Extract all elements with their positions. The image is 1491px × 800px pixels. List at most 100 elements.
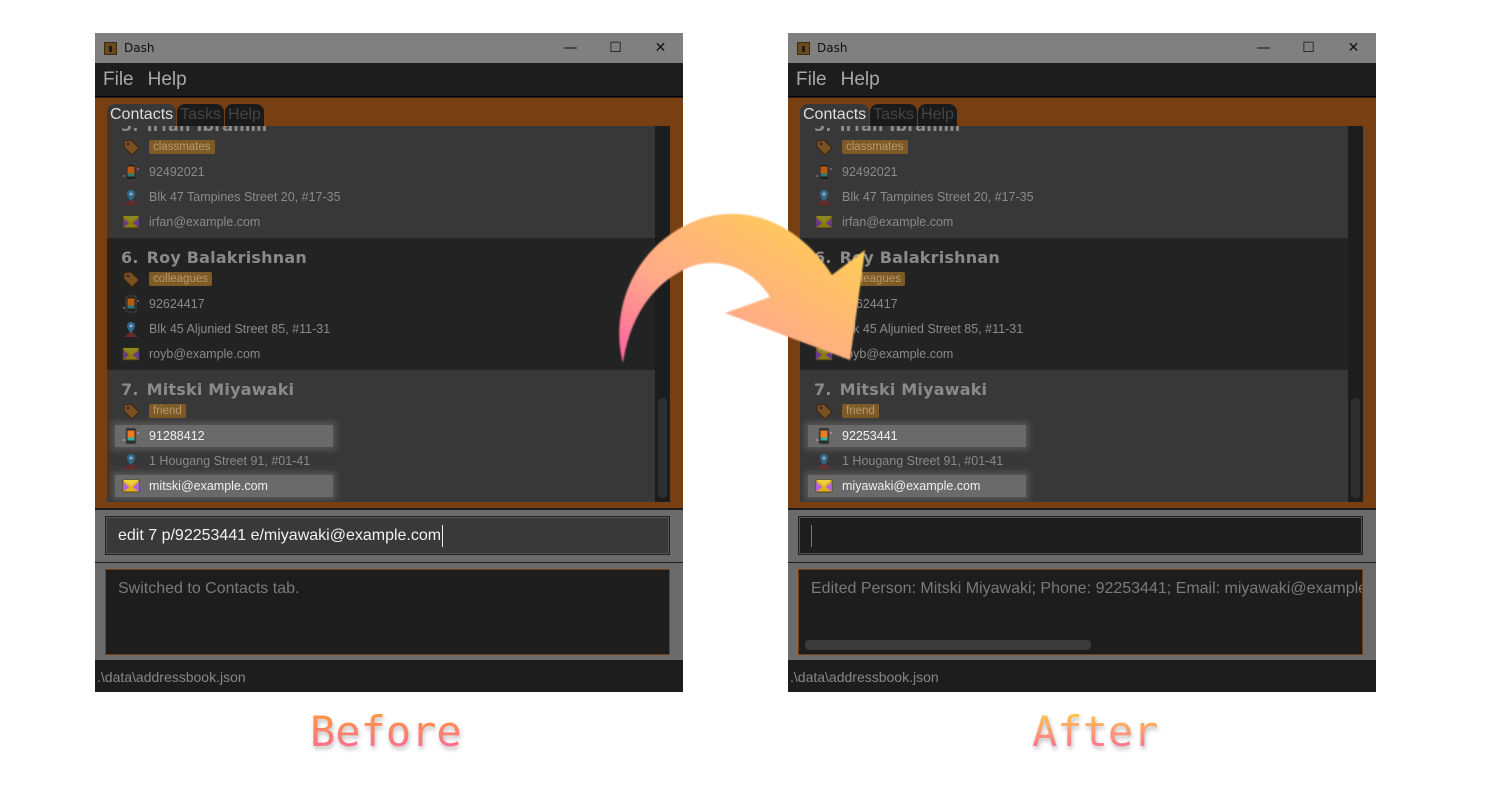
contact-card[interactable]: 7. Mitski Miyawaki friend 91288412 1 Houg… [107,370,655,502]
phone-icon [121,162,141,182]
before-window: Dash — ☐ ✕ File Help Contacts Tasks Help… [95,33,683,692]
contact-address: 1 Hougang Street 91, #01-41 [149,454,311,468]
contact-address: 1 Hougang Street 91, #01-41 [842,454,1004,468]
scroll-thumb[interactable] [658,398,667,498]
maximize-button[interactable]: ☐ [593,33,638,63]
close-button[interactable]: ✕ [638,33,683,63]
close-button[interactable]: ✕ [1331,33,1376,63]
contact-phone: 92624417 [149,297,205,311]
content-area: Contacts Tasks Help 5. Irfan Ibrahim clas… [95,98,683,508]
menu-help[interactable]: Help [148,69,187,91]
command-area: edit 7 p/92253441 e/miyawaki@example.com [95,510,683,562]
title-bar: Dash — ☐ ✕ [788,33,1376,63]
contact-name-text: Mitski Miyawaki [146,380,295,399]
result-display: Edited Person: Mitski Miyawaki; Phone: 9… [798,569,1363,655]
location-pin-icon [814,451,834,471]
status-bar: .\data\addressbook.json [788,661,1376,692]
contact-tag: classmates [842,140,908,154]
contact-tag: friend [149,404,186,418]
tab-help[interactable]: Help [225,104,264,126]
transition-arrow-icon [619,213,865,363]
contact-name-text: Irfan Ibrahim [147,126,268,135]
contact-email: mitski@example.com [149,479,268,493]
menu-help[interactable]: Help [841,69,880,91]
text-caret [811,524,812,547]
contact-index: 5. [814,126,832,135]
contact-phone: 92492021 [149,165,205,179]
contact-name: 7. Mitski Miyawaki [814,380,987,399]
phone-icon [814,426,834,446]
tag-icon [121,137,141,157]
tag-icon [814,401,834,421]
result-display: Switched to Contacts tab. [105,569,670,655]
menu-bar: File Help [788,63,1376,97]
contact-tag: friend [842,404,879,418]
contact-phone: 92492021 [842,165,898,179]
envelope-icon [121,344,141,364]
contact-card[interactable]: 5. Irfan Ibrahim classmates 92492021 Blk … [107,126,655,238]
phone-icon [121,294,141,314]
contact-name: 5. Irfan Ibrahim [814,126,960,135]
contact-tag: classmates [149,140,215,154]
contact-card[interactable]: 6. Roy Balakrishnan colleagues 92624417 B… [107,238,655,370]
tab-tasks[interactable]: Tasks [870,104,918,126]
phone-icon [814,162,834,182]
contact-name: 5. Irfan Ibrahim [121,126,267,135]
contact-card[interactable]: 6. Roy Balakrishnan colleagues 92624417 B… [800,238,1348,370]
contact-tag: colleagues [149,272,212,286]
menu-bar: File Help [95,63,683,97]
contact-address: Blk 45 Aljunied Street 85, #11-31 [149,322,331,336]
contact-list[interactable]: 5. Irfan Ibrahim classmates 92492021 Blk … [800,126,1363,502]
contact-list[interactable]: 5. Irfan Ibrahim classmates 92492021 Blk … [107,126,670,502]
contact-phone: 92253441 [842,429,898,443]
content-area: Contacts Tasks Help 5. Irfan Ibrahim clas… [788,98,1376,508]
tab-help[interactable]: Help [918,104,957,126]
contact-index: 7. [121,380,139,399]
after-window: Dash — ☐ ✕ File Help Contacts Tasks Help… [788,33,1376,692]
envelope-icon [121,476,141,496]
contact-phone: 91288412 [149,429,205,443]
tab-contacts[interactable]: Contacts [800,104,870,126]
tab-tasks[interactable]: Tasks [177,104,225,126]
contact-address: Blk 47 Tampines Street 20, #17-35 [842,190,1034,204]
result-area: Edited Person: Mitski Miyawaki; Phone: 9… [788,563,1376,660]
contact-address: Blk 47 Tampines Street 20, #17-35 [149,190,341,204]
contact-card[interactable]: 5. Irfan Ibrahim classmates 92492021 Blk … [800,126,1348,238]
tag-icon [814,137,834,157]
command-input[interactable] [798,516,1363,555]
phone-icon [121,426,141,446]
horizontal-scrollbar[interactable] [805,640,1091,650]
status-bar: .\data\addressbook.json [95,661,683,692]
tab-contacts[interactable]: Contacts [107,104,177,126]
envelope-icon [121,212,141,232]
text-caret [442,524,444,547]
minimize-button[interactable]: — [1241,33,1286,63]
tag-icon [121,269,141,289]
result-area: Switched to Contacts tab. [95,563,683,660]
location-pin-icon [814,187,834,207]
envelope-icon [814,476,834,496]
contact-index: 6. [121,248,139,267]
command-input[interactable]: edit 7 p/92253441 e/miyawaki@example.com [105,516,670,555]
maximize-button[interactable]: ☐ [1286,33,1331,63]
window-title: Dash [817,41,848,55]
location-pin-icon [121,319,141,339]
result-text: Edited Person: Mitski Miyawaki; Phone: 9… [811,580,1363,597]
contact-index: 5. [121,126,139,135]
tab-bar: Contacts Tasks Help [800,104,958,126]
list-scrollbar[interactable] [1348,126,1363,502]
menu-file[interactable]: File [796,69,827,91]
contact-email: miyawaki@example.com [842,479,981,493]
command-area [788,510,1376,562]
app-icon [797,41,810,55]
command-input-text: edit 7 p/92253441 e/miyawaki@example.com [118,526,442,544]
contact-name: 6. Roy Balakrishnan [121,248,307,267]
contact-name-text: Irfan Ibrahim [840,126,961,135]
scroll-thumb[interactable] [1351,398,1360,498]
contact-card[interactable]: 7. Mitski Miyawaki friend 92253441 1 Houg… [800,370,1348,502]
window-title: Dash [124,41,155,55]
contact-name-text: Roy Balakrishnan [146,248,307,267]
contact-name: 7. Mitski Miyawaki [121,380,294,399]
menu-file[interactable]: File [103,69,134,91]
minimize-button[interactable]: — [548,33,593,63]
